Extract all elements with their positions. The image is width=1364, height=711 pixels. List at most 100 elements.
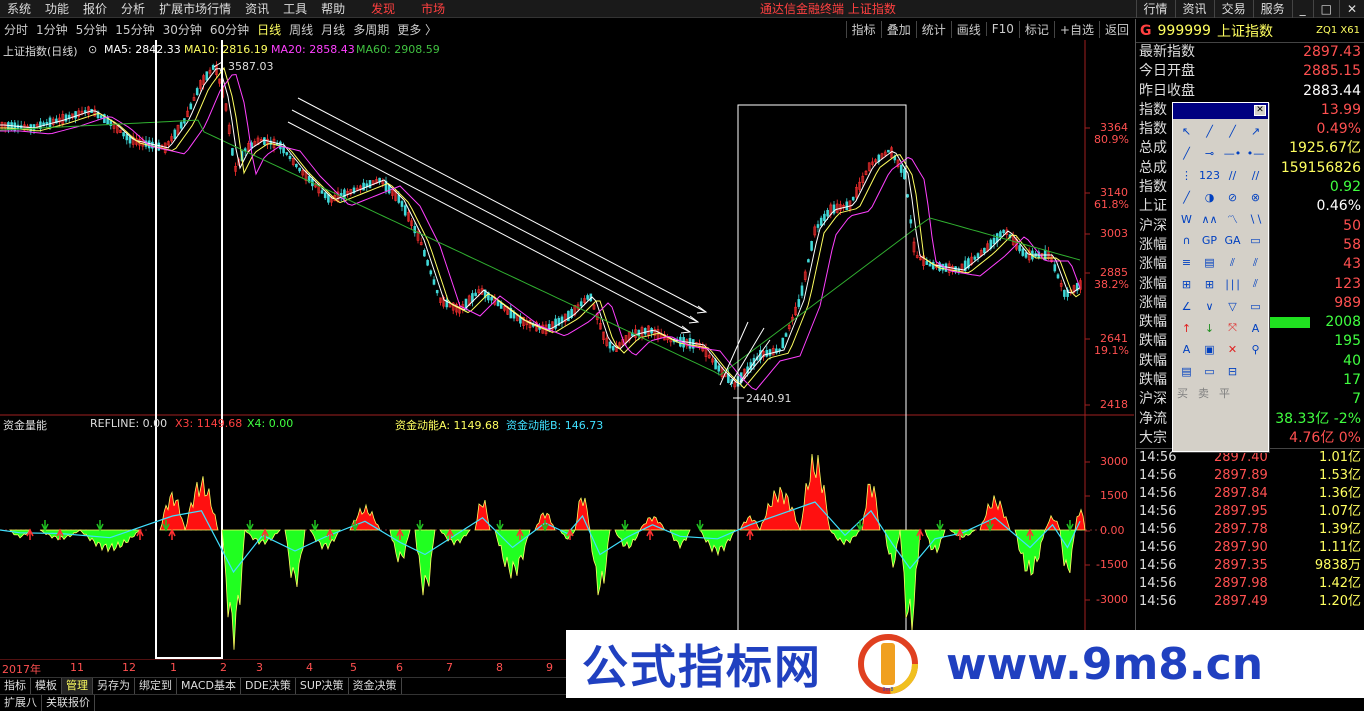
triangle-icon[interactable]: ▽ [1221, 295, 1244, 317]
menu-item-highlight[interactable]: 发现 [364, 0, 402, 18]
period-tab[interactable]: 日线 [253, 21, 285, 38]
indicator-tab[interactable]: 指标 [0, 678, 31, 694]
circle-icon[interactable]: ⊘ [1221, 186, 1244, 208]
ray-icon[interactable]: ╱ [1221, 121, 1244, 143]
wave4-icon[interactable]: ∖∖ [1244, 208, 1267, 230]
wave-icon[interactable]: W [1175, 208, 1198, 230]
chart-settings-icon[interactable]: ⊙ [88, 43, 97, 56]
hide-icon[interactable]: ⊟ [1221, 361, 1244, 383]
menu-right-item[interactable]: 行情 [1135, 0, 1175, 18]
chart-area[interactable]: 上证指数(日线) ⊙ MA5: 2842.33 MA10: 2816.19 MA… [0, 37, 1134, 676]
menu-item-highlight[interactable]: 市场 [414, 0, 452, 18]
ellipse-icon[interactable]: ⊗ [1244, 186, 1267, 208]
toolbar-button[interactable]: F10 [985, 22, 1019, 36]
horizontal-line-icon[interactable]: ⊸ [1198, 143, 1221, 165]
drawing-tools-panel[interactable]: ✕ ↖ ╱ ╱ ↗ ╱ ⊸ —• •— ⋮ 123 ∕∕ ∕∕ ╱ ◑ ⊘ ⊗ W ∧∧ 〽 ∖∖ ∩ GP GA ▭ ≡ ▤ ⫽ ⫽… [1172, 102, 1269, 452]
wave2-icon[interactable]: ∧∧ [1198, 208, 1221, 230]
trade-mark-button[interactable]: 卖 [1198, 385, 1209, 401]
down-arrow-mark-icon[interactable]: ↓ [1198, 317, 1221, 339]
indicator-tab[interactable]: DDE决策 [241, 678, 296, 694]
menu-right-item[interactable]: 服务 [1252, 0, 1292, 18]
close-icon[interactable]: ✕ [1338, 0, 1364, 18]
indicator-tab[interactable]: SUP决策 [296, 678, 349, 694]
delete-icon[interactable]: ✕ [1221, 339, 1244, 361]
line-icon[interactable]: ╱ [1198, 121, 1221, 143]
period-line-icon[interactable]: ∣∣∣ [1221, 274, 1244, 296]
menu-item[interactable]: 帮助 [314, 0, 352, 18]
minimize-icon[interactable]: _ [1291, 0, 1313, 18]
rectangle-icon[interactable]: ▭ [1244, 295, 1267, 317]
menu-item[interactable]: 工具 [276, 0, 314, 18]
lock-icon[interactable]: ⚲ [1244, 339, 1267, 361]
indicator-tab[interactable]: 绑定到 [135, 678, 177, 694]
menu-right-item[interactable]: 资讯 [1174, 0, 1214, 18]
menu-item[interactable]: 系统 [0, 0, 38, 18]
vertical-line-icon[interactable]: ⋮ [1175, 165, 1198, 187]
arch-icon[interactable]: ∩ [1175, 230, 1198, 252]
period-tab[interactable]: 5分钟 [72, 21, 112, 38]
arrow-line-icon[interactable]: ↗ [1244, 121, 1267, 143]
menu-item[interactable]: 功能 [38, 0, 76, 18]
period-tab[interactable]: 月线 [317, 21, 349, 38]
grid-icon[interactable]: ⊞ [1175, 274, 1198, 296]
box-icon[interactable]: ▭ [1244, 230, 1267, 252]
period-tab[interactable]: 分时 [0, 21, 32, 38]
status-item[interactable]: 关联报价 [42, 695, 95, 711]
period-tab[interactable]: 30分钟 [159, 21, 206, 38]
fib-arc-icon[interactable]: ⫽ [1244, 252, 1267, 274]
wave3-icon[interactable]: 〽 [1221, 208, 1244, 230]
text-icon[interactable]: A [1244, 317, 1267, 339]
toolbar-button[interactable]: +自选 [1053, 20, 1099, 38]
period-tab[interactable]: 多周期 [349, 21, 393, 38]
stamp-icon[interactable]: ▣ [1198, 339, 1221, 361]
indicator-tab[interactable]: 模板 [31, 678, 62, 694]
trade-mark-button[interactable]: 买 [1177, 385, 1188, 401]
toolbar-button[interactable]: 标记 [1018, 20, 1054, 38]
window-icon[interactable]: ▭ [1198, 361, 1221, 383]
speed-line-icon[interactable]: ⫽ [1244, 274, 1267, 296]
gann-icon[interactable]: GP [1198, 230, 1221, 252]
period-tab[interactable]: 1分钟 [32, 21, 72, 38]
menu-item[interactable]: 扩展市场行情 [152, 0, 238, 18]
menu-item[interactable]: 资讯 [238, 0, 276, 18]
parallel-line-icon[interactable]: ∕∕ [1221, 165, 1244, 187]
maximize-icon[interactable]: □ [1312, 0, 1339, 18]
indicator-tab[interactable]: 管理 [62, 678, 93, 694]
blank-icon[interactable] [1244, 361, 1267, 383]
price-line-icon[interactable]: •— [1244, 143, 1267, 165]
indicator-tab[interactable]: 另存为 [93, 678, 135, 694]
period-tab[interactable]: 周线 [285, 21, 317, 38]
toolbar-button[interactable]: 统计 [915, 20, 951, 38]
font-icon[interactable]: A [1175, 339, 1198, 361]
period-tab[interactable]: 更多 〉 [393, 21, 441, 38]
up-arrow-mark-icon[interactable]: ↑ [1175, 317, 1198, 339]
gann-angle-icon[interactable]: GA [1221, 230, 1244, 252]
trend-icon[interactable]: ╱ [1175, 186, 1198, 208]
menu-item[interactable]: 报价 [76, 0, 114, 18]
kline-chart[interactable] [0, 37, 1134, 661]
cross-icon[interactable]: ⤧ [1221, 317, 1244, 339]
toolbar-button[interactable]: 指标 [845, 20, 881, 38]
toolbar-button[interactable]: 返回 [1098, 20, 1134, 38]
status-item[interactable]: 扩展八 [0, 695, 42, 711]
close-icon[interactable]: ✕ [1254, 105, 1266, 116]
indicator-tab[interactable]: 资金决策 [349, 678, 402, 694]
wave-count-icon[interactable]: 123 [1198, 165, 1221, 187]
arc-icon[interactable]: ◑ [1198, 186, 1221, 208]
menu-item[interactable]: 分析 [114, 0, 152, 18]
fib-time-icon[interactable]: ▤ [1198, 252, 1221, 274]
period-tab[interactable]: 15分钟 [111, 21, 158, 38]
trade-mark-button[interactable]: 平 [1219, 385, 1230, 401]
menu-right-item[interactable]: 交易 [1213, 0, 1253, 18]
down-arrow-icon[interactable]: ∨ [1198, 295, 1221, 317]
horizontal-ray-icon[interactable]: —• [1221, 143, 1244, 165]
fib-icon[interactable]: ≡ [1175, 252, 1198, 274]
toolbar-button[interactable]: 画线 [950, 20, 986, 38]
indicator-tab[interactable]: MACD基本 [177, 678, 241, 694]
select-icon[interactable]: ↖ [1175, 121, 1198, 143]
toolbar-button[interactable]: 叠加 [880, 20, 916, 38]
angle-icon[interactable]: ∠ [1175, 295, 1198, 317]
channel-icon[interactable]: ∕∕ [1244, 165, 1267, 187]
fib-fan-icon[interactable]: ⫽ [1221, 252, 1244, 274]
drawing-panel-titlebar[interactable]: ✕ [1173, 103, 1268, 119]
